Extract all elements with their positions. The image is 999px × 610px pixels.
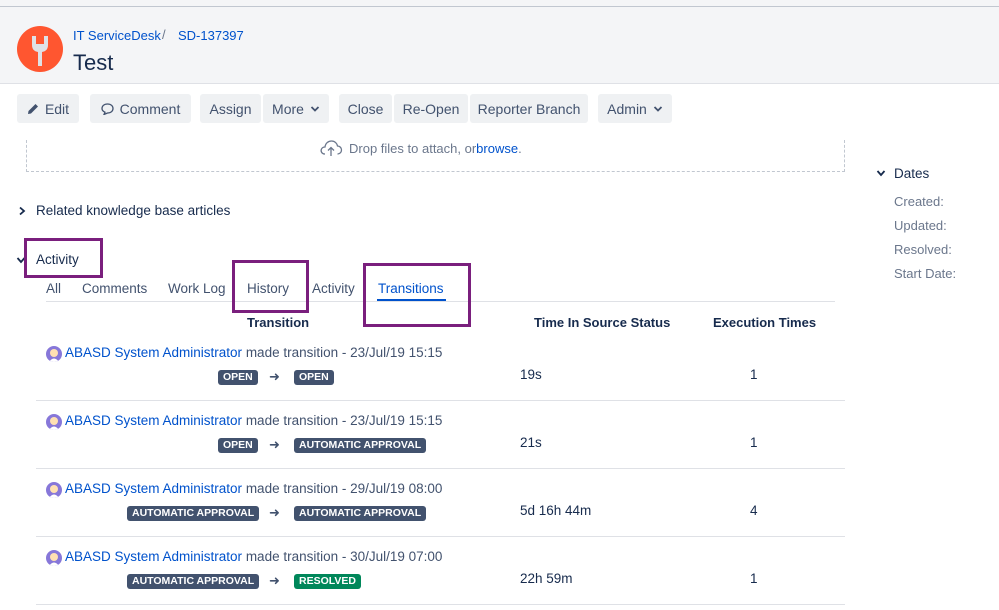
time-in-source-status: 22h 59m <box>520 571 573 586</box>
row-divider <box>36 468 845 469</box>
row-divider <box>36 536 845 537</box>
execution-times: 1 <box>750 435 758 450</box>
user-link[interactable]: ABASD System Administrator <box>65 481 242 496</box>
arrow-right-icon: ➜ <box>269 437 280 452</box>
transition-summary: ABASD System Administrator made transiti… <box>65 345 442 360</box>
user-avatar-icon <box>49 349 59 362</box>
transition-summary: ABASD System Administrator made transiti… <box>65 549 442 564</box>
column-header-transition: Transition <box>247 315 310 330</box>
user-avatar-icon <box>49 417 59 430</box>
user-link[interactable]: ABASD System Administrator <box>65 345 242 360</box>
status-lozenge-from: AUTOMATIC APPROVAL <box>127 574 260 589</box>
execution-times: 1 <box>750 571 758 586</box>
user-link[interactable]: ABASD System Administrator <box>65 413 242 428</box>
breadcrumb-project-link[interactable]: IT ServiceDesk <box>73 28 161 43</box>
dates-section-title[interactable]: Dates <box>894 166 929 181</box>
status-lozenge-from: OPEN <box>218 438 258 453</box>
time-in-source-status: 21s <box>520 435 542 450</box>
highlight-box-history <box>232 260 309 313</box>
column-header-time-in-source-status: Time In Source Status <box>534 315 671 330</box>
tab-all[interactable]: All <box>46 281 61 296</box>
arrow-right-icon: ➜ <box>269 369 280 384</box>
status-lozenge-from: OPEN <box>218 370 258 385</box>
browse-link[interactable]: browse <box>476 141 518 156</box>
transition-summary: ABASD System Administrator made transiti… <box>65 413 442 428</box>
execution-times: 4 <box>750 503 758 518</box>
status-lozenge-to: AUTOMATIC APPROVAL <box>294 506 427 521</box>
row-divider <box>36 604 845 605</box>
project-avatar-wrench-icon[interactable] <box>17 26 63 72</box>
tab-comments[interactable]: Comments <box>82 281 147 296</box>
comment-button[interactable]: Comment <box>90 94 191 123</box>
transition-action-text: made transition - <box>242 413 351 428</box>
breadcrumb-separator: / <box>162 27 166 42</box>
dropzone-period: . <box>518 140 522 156</box>
close-button[interactable]: Close <box>339 94 392 123</box>
assign-button[interactable]: Assign <box>200 94 261 123</box>
comment-button-label: Comment <box>119 100 181 117</box>
assign-button-label: Assign <box>209 100 252 117</box>
reporter-branch-button[interactable]: Reporter Branch <box>470 94 588 123</box>
status-lozenge-from: AUTOMATIC APPROVAL <box>127 506 260 521</box>
row-divider <box>36 400 845 401</box>
more-dropdown-button[interactable]: More <box>263 94 329 123</box>
arrow-right-icon: ➜ <box>269 505 280 520</box>
transition-date: 29/Jul/19 08:00 <box>350 481 443 496</box>
transition-summary: ABASD System Administrator made transiti… <box>65 481 442 496</box>
transition-date: 23/Jul/19 15:15 <box>350 413 443 428</box>
chevron-right-icon[interactable] <box>17 206 27 216</box>
time-in-source-status: 5d 16h 44m <box>520 503 592 518</box>
updated-label: Updated: <box>894 218 947 233</box>
reporter-branch-button-label: Reporter Branch <box>477 100 581 117</box>
chevron-down-icon <box>653 105 662 112</box>
edit-button[interactable]: Edit <box>17 94 79 123</box>
created-label: Created: <box>894 194 944 209</box>
user-avatar-icon <box>49 553 59 566</box>
user-avatar[interactable] <box>46 550 62 566</box>
resolved-label: Resolved: <box>894 242 952 257</box>
close-button-label: Close <box>347 100 384 117</box>
user-link[interactable]: ABASD System Administrator <box>65 549 242 564</box>
status-lozenge-to: OPEN <box>294 370 334 385</box>
chevron-down-icon <box>310 105 320 112</box>
transition-action-text: made transition - <box>242 481 351 496</box>
user-avatar[interactable] <box>46 414 62 430</box>
admin-button-label: Admin <box>607 100 647 117</box>
breadcrumb-issue-link[interactable]: SD-137397 <box>178 28 244 43</box>
tab-activity[interactable]: Activity <box>312 281 355 296</box>
speech-bubble-icon <box>101 102 114 115</box>
related-kb-section-toggle[interactable]: Related knowledge base articles <box>36 203 230 218</box>
transition-action-text: made transition - <box>242 345 351 360</box>
page-title: Test <box>73 50 114 75</box>
pencil-icon <box>27 103 38 114</box>
user-avatar-icon <box>49 485 59 498</box>
transition-action-text: made transition - <box>242 549 351 564</box>
status-lozenge-to: AUTOMATIC APPROVAL <box>294 438 427 453</box>
edit-button-label: Edit <box>44 100 70 117</box>
reopen-button-label: Re-Open <box>402 100 460 117</box>
dropzone-message: Drop files to attach, or browse . <box>319 139 522 157</box>
admin-dropdown-button[interactable]: Admin <box>598 94 672 123</box>
more-button-label: More <box>272 100 304 117</box>
status-lozenge-to: RESOLVED <box>294 574 361 589</box>
transition-date: 30/Jul/19 07:00 <box>350 549 443 564</box>
transition-date: 23/Jul/19 15:15 <box>350 345 443 360</box>
tab-work-log[interactable]: Work Log <box>168 281 226 296</box>
start-date-label: Start Date: <box>894 266 957 281</box>
divider <box>0 6 999 7</box>
cloud-upload-icon <box>320 140 343 156</box>
chevron-down-icon[interactable] <box>876 168 886 178</box>
user-avatar[interactable] <box>46 346 62 362</box>
highlight-box-activity <box>24 238 103 278</box>
column-header-execution-times: Execution Times <box>713 315 817 330</box>
time-in-source-status: 19s <box>520 367 542 382</box>
dropzone-text: Drop files to attach, or <box>349 140 477 156</box>
arrow-right-icon: ➜ <box>269 573 280 588</box>
execution-times: 1 <box>750 367 758 382</box>
reopen-button[interactable]: Re-Open <box>394 94 468 123</box>
user-avatar[interactable] <box>46 482 62 498</box>
highlight-box-transitions <box>363 263 471 327</box>
